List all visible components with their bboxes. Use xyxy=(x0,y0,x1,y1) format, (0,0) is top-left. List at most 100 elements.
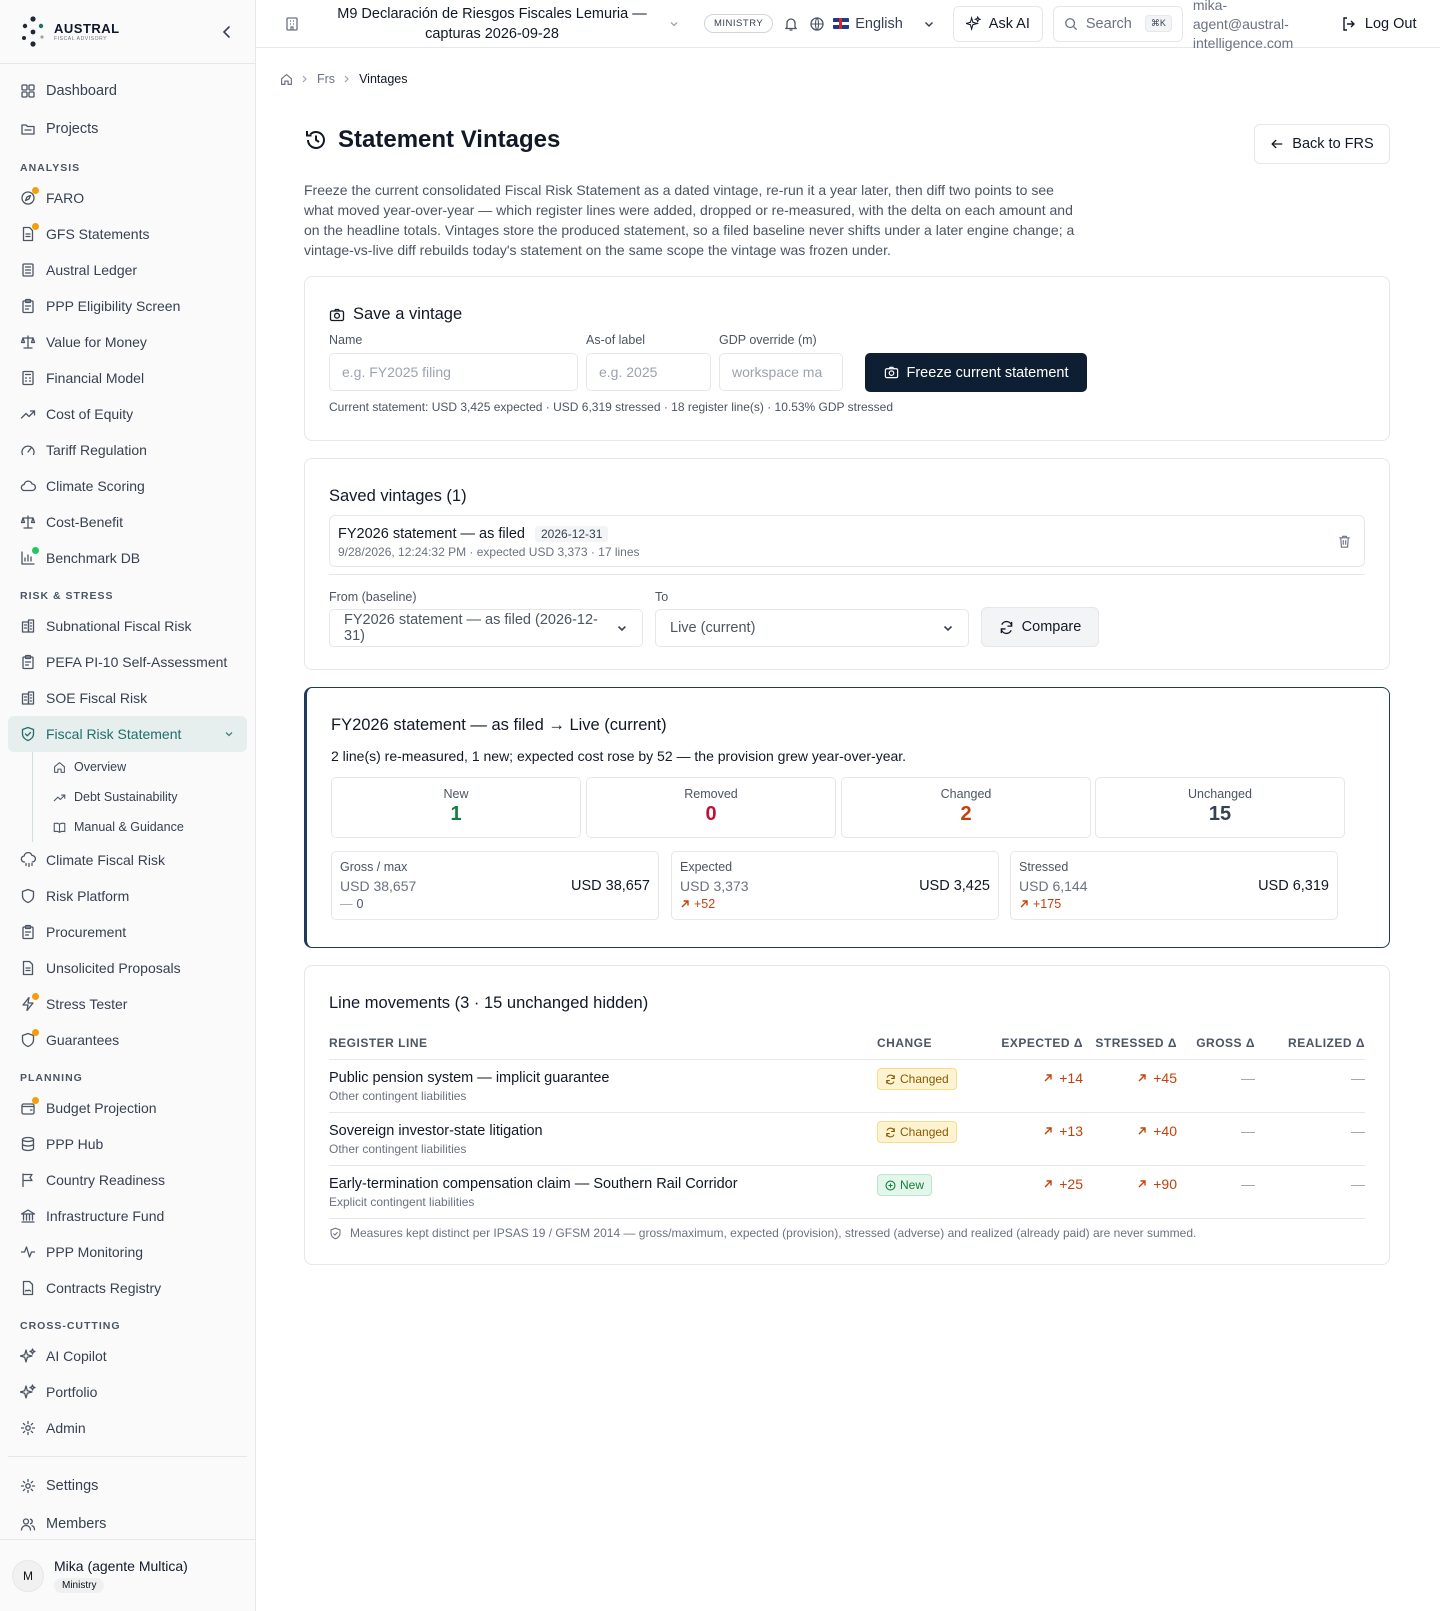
sidebar-item-financial-model[interactable]: Financial Model xyxy=(8,360,247,396)
logout-button[interactable]: Log Out xyxy=(1341,16,1416,32)
sidebar-subitem-manual-guidance[interactable]: Manual & Guidance xyxy=(33,812,247,842)
sidebar-subitem-label: Debt Sustainability xyxy=(74,790,178,804)
sidebar-item-ppp-monitoring[interactable]: PPP Monitoring xyxy=(8,1234,247,1270)
sidebar-item-gfs-statements[interactable]: GFS Statements xyxy=(8,216,247,252)
table-row[interactable]: Sovereign investor-state litigation Other… xyxy=(329,1113,1365,1166)
back-to-frs-button[interactable]: Back to FRS xyxy=(1254,124,1390,164)
bank-icon xyxy=(20,1209,36,1223)
sidebar-item-guarantees[interactable]: Guarantees xyxy=(8,1022,247,1058)
column-header-change[interactable]: CHANGE xyxy=(877,1036,989,1050)
chevron-down-icon[interactable] xyxy=(668,18,680,30)
status-dot xyxy=(32,223,39,230)
stat-label: Changed xyxy=(940,787,992,801)
page-description: Freeze the current consolidated Fiscal R… xyxy=(304,182,1075,258)
trash-icon[interactable] xyxy=(1337,534,1352,549)
sidebar-item-members[interactable]: Members xyxy=(8,1505,247,1543)
sidebar-item-settings[interactable]: Settings xyxy=(8,1467,247,1505)
to-select[interactable]: Live (current) xyxy=(655,609,969,647)
arrow-up-right-icon xyxy=(681,900,689,908)
column-header-expected[interactable]: EXPECTED Δ xyxy=(989,1036,1083,1050)
sidebar-subitem-overview[interactable]: Overview xyxy=(33,752,247,782)
ask-ai-button[interactable]: Ask AI xyxy=(952,5,1043,42)
sidebar-item-label: GFS Statements xyxy=(46,226,150,242)
sidebar-item-soe-fiscal-risk[interactable]: SOE Fiscal Risk xyxy=(8,680,247,716)
table-row[interactable]: Early-termination compensation claim — S… xyxy=(329,1166,1365,1219)
column-header-stressed[interactable]: STRESSED Δ xyxy=(1083,1036,1177,1050)
sidebar-subitem-debt-sustainability[interactable]: Debt Sustainability xyxy=(33,782,247,812)
sidebar-item-austral-ledger[interactable]: Austral Ledger xyxy=(8,252,247,288)
sidebar-item-climate-fiscal-risk[interactable]: Climate Fiscal Risk xyxy=(8,842,247,878)
sidebar-item-subnational-fiscal-risk[interactable]: Subnational Fiscal Risk xyxy=(8,608,247,644)
sidebar-item-ppp-eligibility-screen[interactable]: PPP Eligibility Screen xyxy=(8,288,247,324)
camera-icon xyxy=(884,366,898,379)
table-row[interactable]: Public pension system — implicit guarant… xyxy=(329,1060,1365,1113)
diff-summary: 2 line(s) re-measured, 1 new; expected c… xyxy=(331,748,907,764)
gross-delta: — xyxy=(1241,1123,1255,1139)
search-button[interactable]: Search ⌘K xyxy=(1052,5,1183,42)
activity-icon xyxy=(20,1246,36,1258)
chevron-left-icon xyxy=(222,25,230,38)
stat-removed: Removed 0 xyxy=(586,777,836,838)
language-selector[interactable]: English xyxy=(833,16,903,32)
bell-icon[interactable] xyxy=(783,16,799,32)
book-icon xyxy=(53,822,66,833)
expected-delta: +25 xyxy=(1059,1176,1083,1192)
sidebar-item-benchmark-db[interactable]: Benchmark DB xyxy=(8,540,247,576)
folder-icon xyxy=(21,124,35,135)
sidebar-item-label: Cost-Benefit xyxy=(46,514,124,530)
brand-logo[interactable]: AUSTRAL FISCAL ADVISORY xyxy=(20,15,120,48)
sidebar-item-ai-copilot[interactable]: AI Copilot xyxy=(8,1338,247,1374)
chevron-down-icon[interactable] xyxy=(223,728,235,740)
column-header-gross[interactable]: GROSS Δ xyxy=(1177,1036,1255,1050)
sidebar-item-risk-platform[interactable]: Risk Platform xyxy=(8,878,247,914)
total-old-value: USD 3,373 xyxy=(680,878,749,894)
from-baseline-select[interactable]: FY2026 statement — as filed (2026-12-31) xyxy=(329,609,643,647)
sidebar-item-cost-benefit[interactable]: Cost-Benefit xyxy=(8,504,247,540)
home-icon[interactable] xyxy=(280,73,293,86)
sidebar-item-faro[interactable]: FARO xyxy=(8,180,247,216)
sidebar-item-admin[interactable]: Admin xyxy=(8,1410,247,1446)
sidebar-item-tariff-regulation[interactable]: Tariff Regulation xyxy=(8,432,247,468)
workspace-selector[interactable]: M9 Declaración de Riesgos Fiscales Lemur… xyxy=(322,4,662,44)
sidebar-item-fiscal-risk-statement[interactable]: Fiscal Risk Statement xyxy=(8,716,247,752)
sparkles-icon xyxy=(20,1348,36,1363)
avatar: M xyxy=(12,1559,44,1592)
sidebar-item-unsolicited-proposals[interactable]: Unsolicited Proposals xyxy=(8,950,247,986)
sidebar-item-stress-tester[interactable]: Stress Tester xyxy=(8,986,247,1022)
sidebar-item-contracts-registry[interactable]: Contracts Registry xyxy=(8,1270,247,1306)
as-of-input[interactable]: e.g. 2025 xyxy=(586,353,711,391)
user-profile[interactable]: M Mika (agente Multica) Ministry xyxy=(0,1539,255,1611)
sidebar-item-ppp-hub[interactable]: PPP Hub xyxy=(8,1126,247,1162)
register-line-category: Explicit contingent liabilities xyxy=(329,1195,475,1209)
vintage-item[interactable]: FY2026 statement — as filed 2026-12-31 9… xyxy=(329,515,1365,567)
sidebar-item-procurement[interactable]: Procurement xyxy=(8,914,247,950)
sidebar-item-dashboard[interactable]: Dashboard xyxy=(8,72,247,110)
freeze-statement-button[interactable]: Freeze current statement xyxy=(865,353,1087,392)
arrow-up-right-icon xyxy=(1020,900,1028,908)
sidebar-item-country-readiness[interactable]: Country Readiness xyxy=(8,1162,247,1198)
globe-icon[interactable] xyxy=(809,16,825,32)
breadcrumb-frs[interactable]: Frs xyxy=(317,72,335,86)
vintage-name-input[interactable]: e.g. FY2025 filing xyxy=(329,353,578,391)
chevron-down-icon xyxy=(618,625,627,632)
arrow-up-right-icon xyxy=(1044,1074,1052,1082)
stressed-delta: +40 xyxy=(1153,1123,1177,1139)
sidebar-item-projects[interactable]: Projects xyxy=(8,110,247,148)
compare-button[interactable]: Compare xyxy=(981,607,1099,647)
sidebar-item-climate-scoring[interactable]: Climate Scoring xyxy=(8,468,247,504)
column-header-realized[interactable]: REALIZED Δ xyxy=(1255,1036,1365,1050)
sidebar-item-cost-of-equity[interactable]: Cost of Equity xyxy=(8,396,247,432)
status-dot xyxy=(32,187,39,194)
sidebar-item-label: Settings xyxy=(46,1478,99,1494)
sidebar-item-portfolio[interactable]: Portfolio xyxy=(8,1374,247,1410)
gdp-override-label: GDP override (m) xyxy=(719,333,817,347)
sidebar-item-budget-projection[interactable]: Budget Projection xyxy=(8,1090,247,1126)
sidebar-item-label: Financial Model xyxy=(46,370,145,386)
chevron-down-icon[interactable] xyxy=(923,18,935,30)
sidebar-item-value-for-money[interactable]: Value for Money xyxy=(8,324,247,360)
gdp-override-input[interactable]: workspace ma xyxy=(719,353,843,391)
collapse-sidebar-button[interactable] xyxy=(219,24,235,40)
sidebar-item-infrastructure-fund[interactable]: Infrastructure Fund xyxy=(8,1198,247,1234)
column-header-register-line[interactable]: REGISTER LINE xyxy=(329,1036,877,1050)
sidebar-item-pefa-pi-10-self-assessment[interactable]: PEFA PI-10 Self-Assessment xyxy=(8,644,247,680)
